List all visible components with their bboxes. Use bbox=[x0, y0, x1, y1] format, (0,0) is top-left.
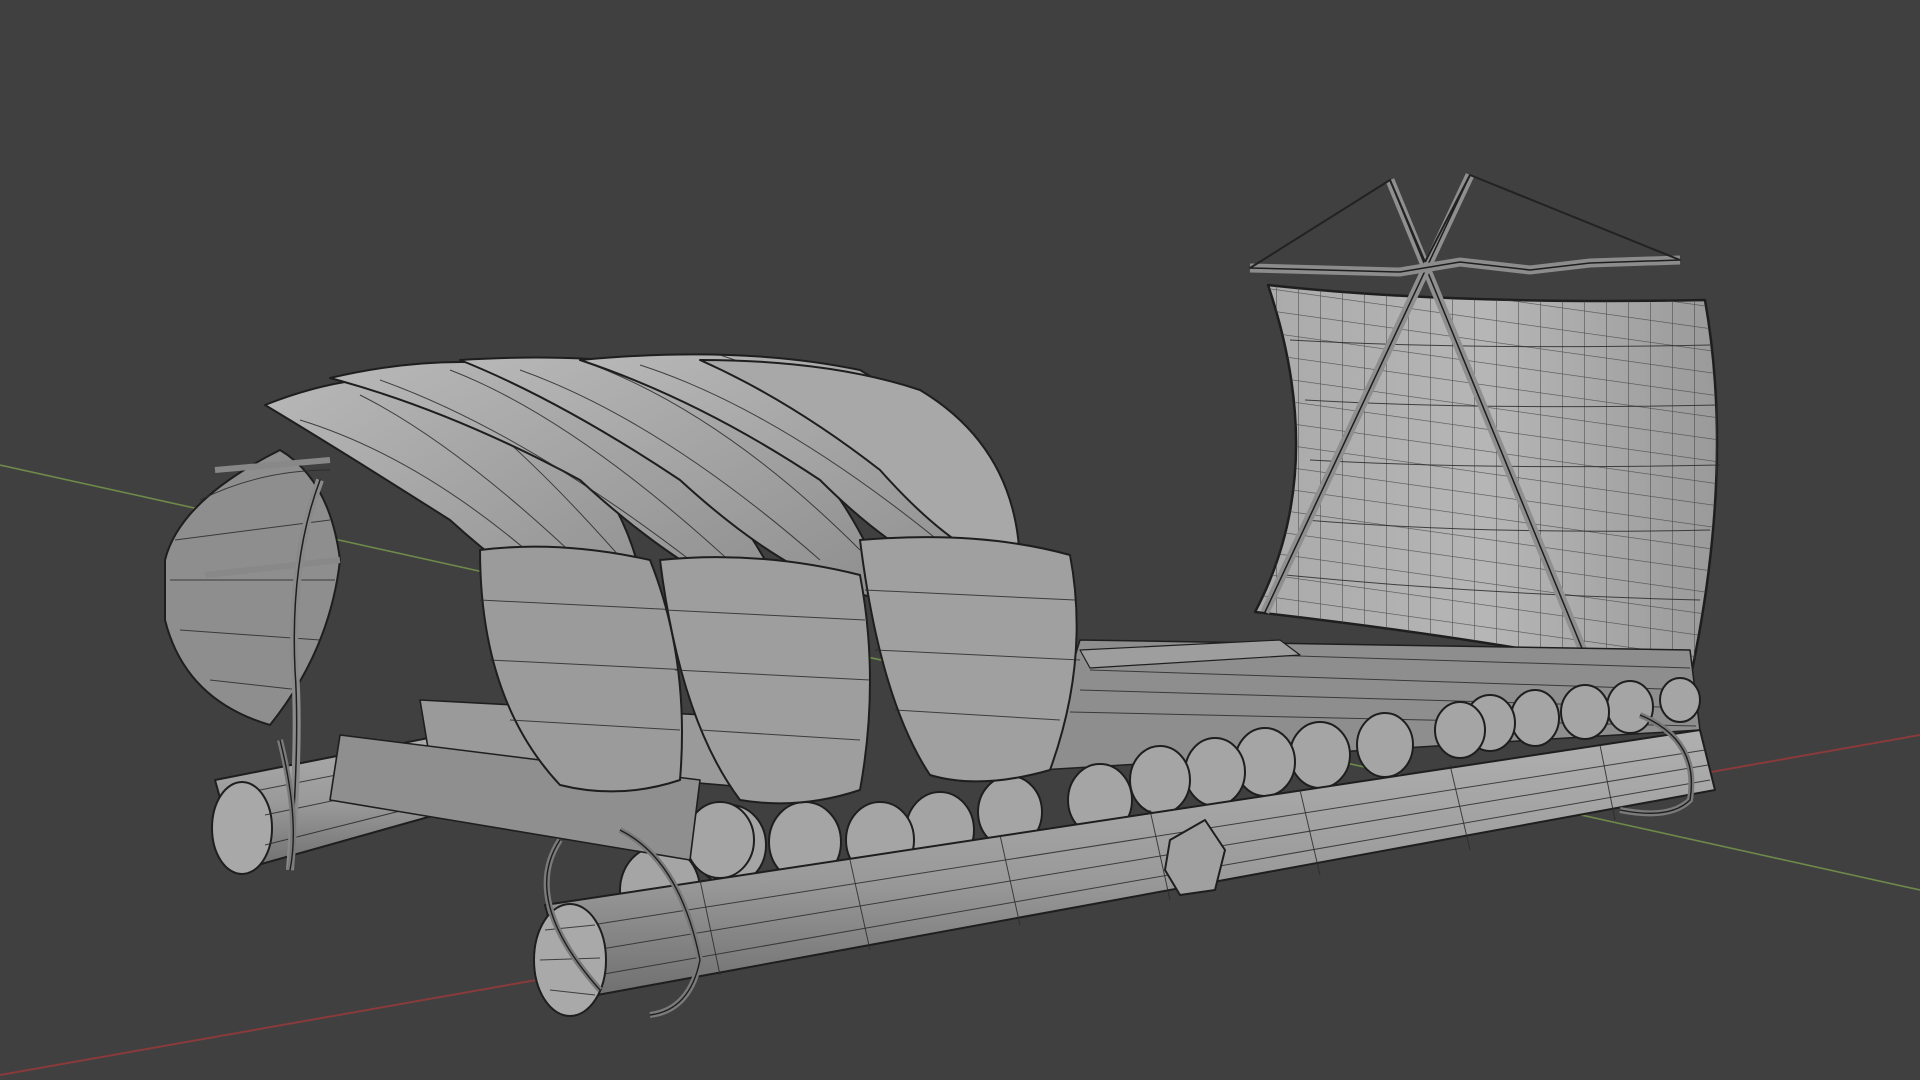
leaf-front-3 bbox=[859, 536, 1078, 783]
scene-canvas[interactable] bbox=[0, 0, 1920, 1080]
3d-viewport[interactable] bbox=[0, 0, 1920, 1080]
sail[interactable] bbox=[1249, 173, 1721, 682]
leaf-roof[interactable] bbox=[264, 353, 1081, 805]
